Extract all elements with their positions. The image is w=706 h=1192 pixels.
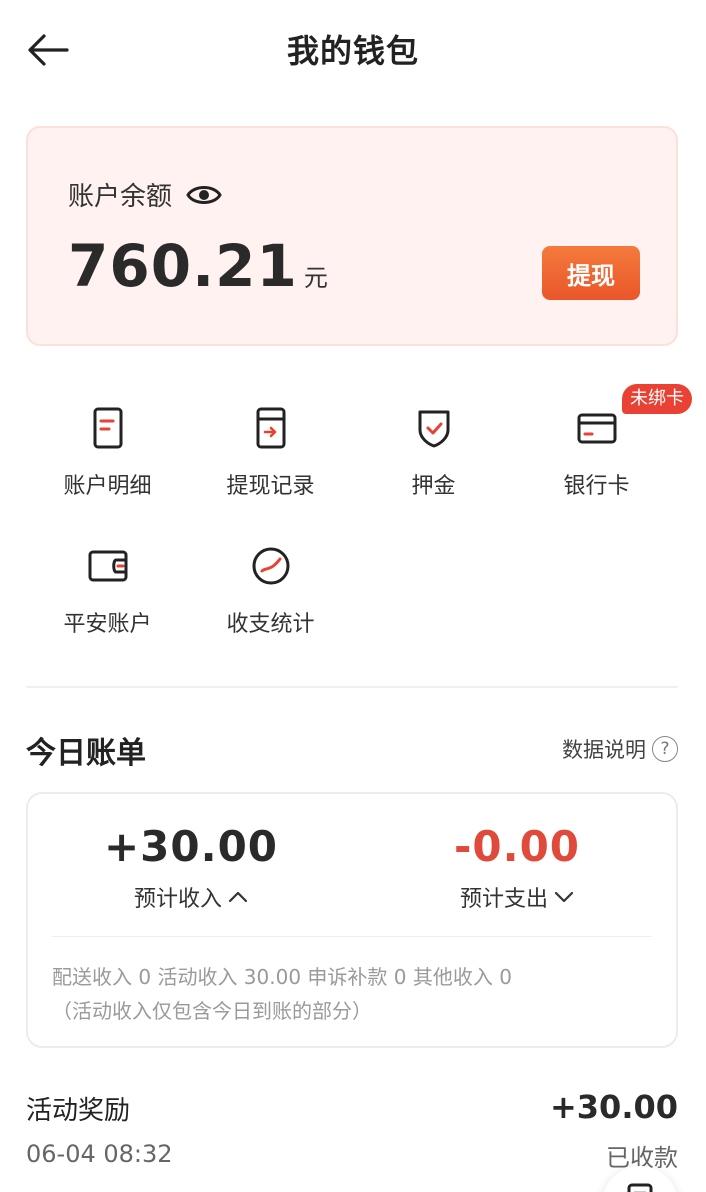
document-icon bbox=[627, 1183, 653, 1192]
expense-toggle[interactable]: 预计支出 bbox=[354, 881, 680, 913]
grid-item-account-detail[interactable]: 账户明细 bbox=[26, 384, 189, 500]
income-column: +30.00 预计收入 bbox=[28, 822, 354, 913]
data-description-label: 数据说明 bbox=[562, 738, 646, 762]
withdraw-record-icon bbox=[256, 407, 285, 449]
bill-detail-note: （活动收入仅包含今日到账的部分） bbox=[52, 999, 372, 1023]
header: 我的钱包 bbox=[0, 0, 706, 96]
balance-label: 账户余额 bbox=[68, 182, 173, 212]
grid-item-deposit[interactable]: 押金 bbox=[352, 384, 515, 500]
record-amount: +30.00 bbox=[549, 1088, 678, 1126]
bill-detail-line: 配送收入 0 活动收入 30.00 申诉补款 0 其他收入 0 bbox=[52, 965, 512, 989]
chevron-up-icon bbox=[228, 891, 248, 903]
grid-item-income-stats[interactable]: 收支统计 bbox=[189, 522, 352, 638]
record-title: 活动奖励 bbox=[26, 1096, 131, 1126]
grid-item-pingan-account[interactable]: 平安账户 bbox=[26, 522, 189, 638]
income-amount: +30.00 bbox=[103, 822, 279, 871]
expense-column: -0.00 预计支出 bbox=[354, 822, 680, 913]
grid-label: 收支统计 bbox=[226, 612, 315, 637]
help-icon: ? bbox=[652, 736, 678, 762]
grid-label: 押金 bbox=[411, 474, 456, 499]
balance-unit: 元 bbox=[303, 264, 328, 292]
wallet-icon bbox=[88, 550, 127, 582]
document-icon bbox=[93, 407, 122, 449]
balance-amount-row: 760.21 元 bbox=[68, 232, 328, 300]
grid-label: 平安账户 bbox=[63, 612, 152, 637]
unbound-card-badge: 未绑卡 bbox=[622, 384, 692, 414]
grid-label: 银行卡 bbox=[563, 474, 630, 499]
balance-amount: 760.21 bbox=[68, 232, 298, 300]
shield-icon bbox=[418, 410, 449, 448]
bill-inner-divider bbox=[52, 936, 652, 937]
bank-card-icon bbox=[577, 413, 616, 444]
today-bill-card: +30.00 预计收入 -0.00 预计支出 配送收入 0 活动收入 30.00… bbox=[26, 792, 678, 1048]
today-bill-title: 今日账单 bbox=[26, 736, 146, 771]
grid-item-bank-card[interactable]: 银行卡 未绑卡 bbox=[515, 384, 692, 500]
grid-item-withdraw-record[interactable]: 提现记录 bbox=[189, 384, 352, 500]
withdraw-button[interactable]: 提现 bbox=[542, 246, 640, 300]
income-toggle[interactable]: 预计收入 bbox=[28, 881, 354, 913]
income-label: 预计收入 bbox=[133, 887, 222, 912]
balance-label-row: 账户余额 bbox=[68, 176, 222, 213]
expense-label: 预计支出 bbox=[459, 887, 548, 912]
balance-card: 账户余额 760.21 元 提现 bbox=[26, 126, 678, 346]
grid-label: 提现记录 bbox=[226, 474, 315, 499]
stats-icon bbox=[252, 547, 289, 585]
record-time: 06-04 08:32 bbox=[26, 1140, 173, 1168]
chevron-down-icon bbox=[554, 891, 574, 903]
page-title: 我的钱包 bbox=[286, 32, 419, 70]
bill-detail: 配送收入 0 活动收入 30.00 申诉补款 0 其他收入 0 （活动收入仅包含… bbox=[52, 960, 512, 1028]
expense-amount: -0.00 bbox=[453, 822, 581, 871]
eye-icon[interactable] bbox=[186, 183, 222, 207]
data-description-link[interactable]: 数据说明 ? bbox=[562, 734, 678, 764]
section-divider bbox=[26, 686, 678, 688]
grid-label: 账户明细 bbox=[63, 474, 152, 499]
